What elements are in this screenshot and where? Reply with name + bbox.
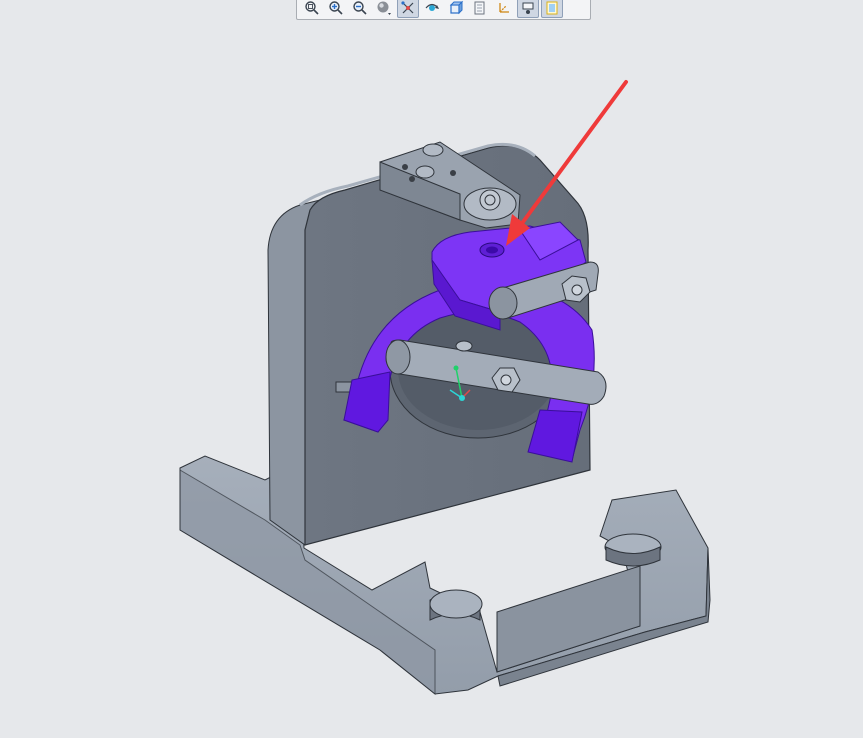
3d-model-view[interactable]: [0, 0, 863, 738]
annotation-display-icon[interactable]: [517, 0, 539, 18]
zoom-in-icon[interactable]: [325, 0, 347, 18]
appearance-icon[interactable]: [541, 0, 563, 18]
model-viewport[interactable]: [0, 0, 863, 738]
datum-display-icon[interactable]: [397, 0, 419, 18]
csys-display-icon[interactable]: [493, 0, 515, 18]
zoom-fit-icon[interactable]: [301, 0, 323, 18]
view-orient-icon[interactable]: [445, 0, 467, 18]
saved-views-icon[interactable]: [469, 0, 491, 18]
spin-center-icon[interactable]: [421, 0, 443, 18]
graphics-toolbar: [296, 0, 591, 20]
zoom-out-icon[interactable]: [349, 0, 371, 18]
shading-icon[interactable]: [373, 0, 395, 18]
